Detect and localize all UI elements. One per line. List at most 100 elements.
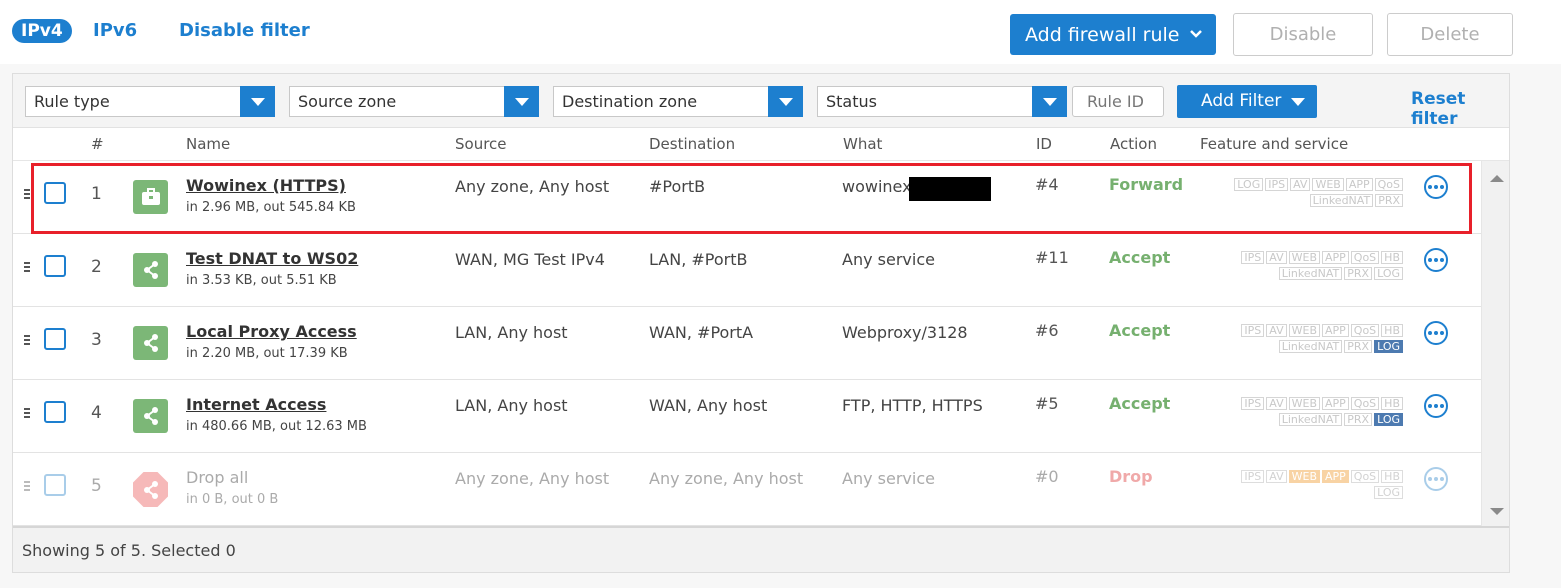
col-num: # — [91, 135, 104, 153]
rule-action: Forward — [1109, 175, 1184, 194]
scroll-up-icon[interactable] — [1490, 175, 1504, 182]
feature-badges: IPS AV WEB APP QoS HB LOG — [1203, 470, 1403, 502]
drop-icon — [133, 472, 168, 507]
col-name[interactable]: Name — [186, 135, 230, 153]
reset-filter-link[interactable]: Reset filter — [1411, 89, 1509, 129]
badge-qos: QoS — [1374, 178, 1403, 191]
row-checkbox[interactable] — [44, 182, 66, 204]
badge-log-active: LOG — [1374, 340, 1403, 353]
more-options-icon[interactable] — [1424, 321, 1448, 345]
badge-prx: PRX — [1344, 267, 1373, 280]
rules-list: 1 Wowinex (HTTPS) in 2.96 MB, out 545.84… — [13, 161, 1481, 526]
table-row[interactable]: 4 Internet Access in 480.66 MB, out 12.6… — [13, 380, 1481, 453]
rule-id: #11 — [1035, 248, 1069, 267]
scroll-down-icon[interactable] — [1490, 508, 1504, 515]
tab-ipv4[interactable]: IPv4 — [12, 19, 72, 43]
rule-type-label: Rule type — [34, 92, 110, 111]
rules-panel: Rule type Source zone Destination zone S… — [12, 73, 1510, 573]
more-options-icon[interactable] — [1424, 248, 1448, 272]
rule-id: #0 — [1035, 467, 1059, 486]
drag-handle-icon[interactable] — [24, 408, 30, 418]
status-select[interactable]: Status — [817, 86, 1067, 117]
badge-app: APP — [1322, 397, 1349, 410]
col-destination: Destination — [649, 135, 736, 153]
badge-av: AV — [1266, 324, 1287, 337]
more-options-icon[interactable] — [1424, 175, 1448, 199]
disable-filter-link[interactable]: Disable filter — [179, 20, 310, 41]
badge-qos: QoS — [1350, 251, 1380, 264]
status-footer: Showing 5 of 5. Selected 0 — [13, 526, 1509, 572]
destination-zone-select[interactable]: Destination zone — [553, 86, 803, 117]
tab-ipv6[interactable]: IPv6 — [93, 20, 137, 41]
rule-name-link[interactable]: Drop all — [186, 468, 248, 487]
badge-linkednat: LinkedNAT — [1309, 194, 1374, 207]
table-row[interactable]: 3 Local Proxy Access in 2.20 MB, out 17.… — [13, 307, 1481, 380]
badge-log: LOG — [1374, 267, 1403, 280]
rule-name-link[interactable]: Local Proxy Access — [186, 322, 357, 341]
dropdown-arrow-icon[interactable] — [240, 86, 275, 117]
badge-hb: HB — [1381, 397, 1403, 410]
badge-prx: PRX — [1344, 340, 1373, 353]
drag-handle-icon[interactable] — [24, 262, 30, 272]
drag-handle-icon[interactable] — [24, 481, 30, 491]
rule-what: wowinex — [842, 177, 912, 196]
badge-linkednat: LinkedNAT — [1278, 413, 1343, 426]
add-filter-button[interactable]: Add Filter — [1177, 85, 1317, 118]
table-row[interactable]: 2 Test DNAT to WS02 in 3.53 KB, out 5.51… — [13, 234, 1481, 307]
row-checkbox[interactable] — [44, 328, 66, 350]
row-checkbox[interactable] — [44, 255, 66, 277]
more-options-icon[interactable] — [1424, 394, 1448, 418]
rule-name-link[interactable]: Test DNAT to WS02 — [186, 249, 358, 268]
rule-what: FTP, HTTP, HTTPS — [842, 396, 983, 415]
rule-action: Accept — [1109, 394, 1171, 413]
add-firewall-rule-button[interactable]: Add firewall rule — [1010, 14, 1216, 55]
source-zone-select[interactable]: Source zone — [289, 86, 539, 117]
rule-destination: WAN, Any host — [649, 396, 768, 415]
rule-name-link[interactable]: Internet Access — [186, 395, 326, 414]
rule-source: LAN, Any host — [455, 323, 568, 342]
badge-app: APP — [1322, 324, 1349, 337]
badge-ips: IPS — [1241, 324, 1265, 337]
more-options-icon[interactable] — [1424, 467, 1448, 491]
badge-av: AV — [1290, 178, 1311, 191]
rule-destination: Any zone, Any host — [649, 469, 804, 488]
delete-button[interactable]: Delete — [1387, 13, 1513, 56]
disable-button[interactable]: Disable — [1233, 13, 1373, 56]
row-checkbox[interactable] — [44, 474, 66, 496]
badge-qos: QoS — [1350, 324, 1380, 337]
row-checkbox[interactable] — [44, 401, 66, 423]
badge-log-active: LOG — [1374, 413, 1403, 426]
rule-number: 4 — [91, 403, 102, 423]
badge-log: LOG — [1374, 486, 1403, 499]
badge-hb: HB — [1381, 251, 1403, 264]
feature-badges: IPS AV WEB APP QoS HB LinkedNAT PRX LOG — [1203, 397, 1403, 429]
feature-badges: LOG IPS AV WEB APP QoS LinkedNAT PRX — [1203, 178, 1403, 210]
vertical-scrollbar[interactable] — [1481, 161, 1509, 526]
briefcase-icon — [133, 180, 168, 214]
table-row[interactable]: 5 Drop all in 0 B, out 0 B Any zone, Any… — [13, 453, 1481, 526]
dropdown-arrow-icon[interactable] — [504, 86, 539, 117]
share-icon — [133, 326, 168, 360]
drag-handle-icon[interactable] — [24, 189, 30, 199]
badge-hb: HB — [1381, 324, 1403, 337]
drag-handle-icon[interactable] — [24, 335, 30, 345]
dropdown-arrow-icon[interactable] — [768, 86, 803, 117]
rule-id: #6 — [1035, 321, 1059, 340]
rule-type-select[interactable]: Rule type — [25, 86, 275, 117]
rule-what: Any service — [842, 469, 935, 488]
rule-destination: LAN, #PortB — [649, 250, 748, 269]
redaction-box — [909, 177, 991, 201]
badge-ips: IPS — [1241, 470, 1265, 483]
badge-ips: IPS — [1241, 397, 1265, 410]
dropdown-arrow-icon[interactable] — [1032, 86, 1067, 117]
rule-what: Any service — [842, 250, 935, 269]
rule-action: Accept — [1109, 248, 1171, 267]
badge-app: APP — [1322, 470, 1349, 483]
table-header: # Name Source Destination What ID Action… — [13, 128, 1509, 161]
col-what: What — [843, 135, 883, 153]
col-feature: Feature and service — [1200, 135, 1349, 153]
rule-name-link[interactable]: Wowinex (HTTPS) — [186, 176, 346, 195]
table-row[interactable]: 1 Wowinex (HTTPS) in 2.96 MB, out 545.84… — [13, 161, 1481, 234]
rule-id-input[interactable]: Rule ID — [1072, 86, 1164, 117]
badge-web: WEB — [1288, 397, 1320, 410]
